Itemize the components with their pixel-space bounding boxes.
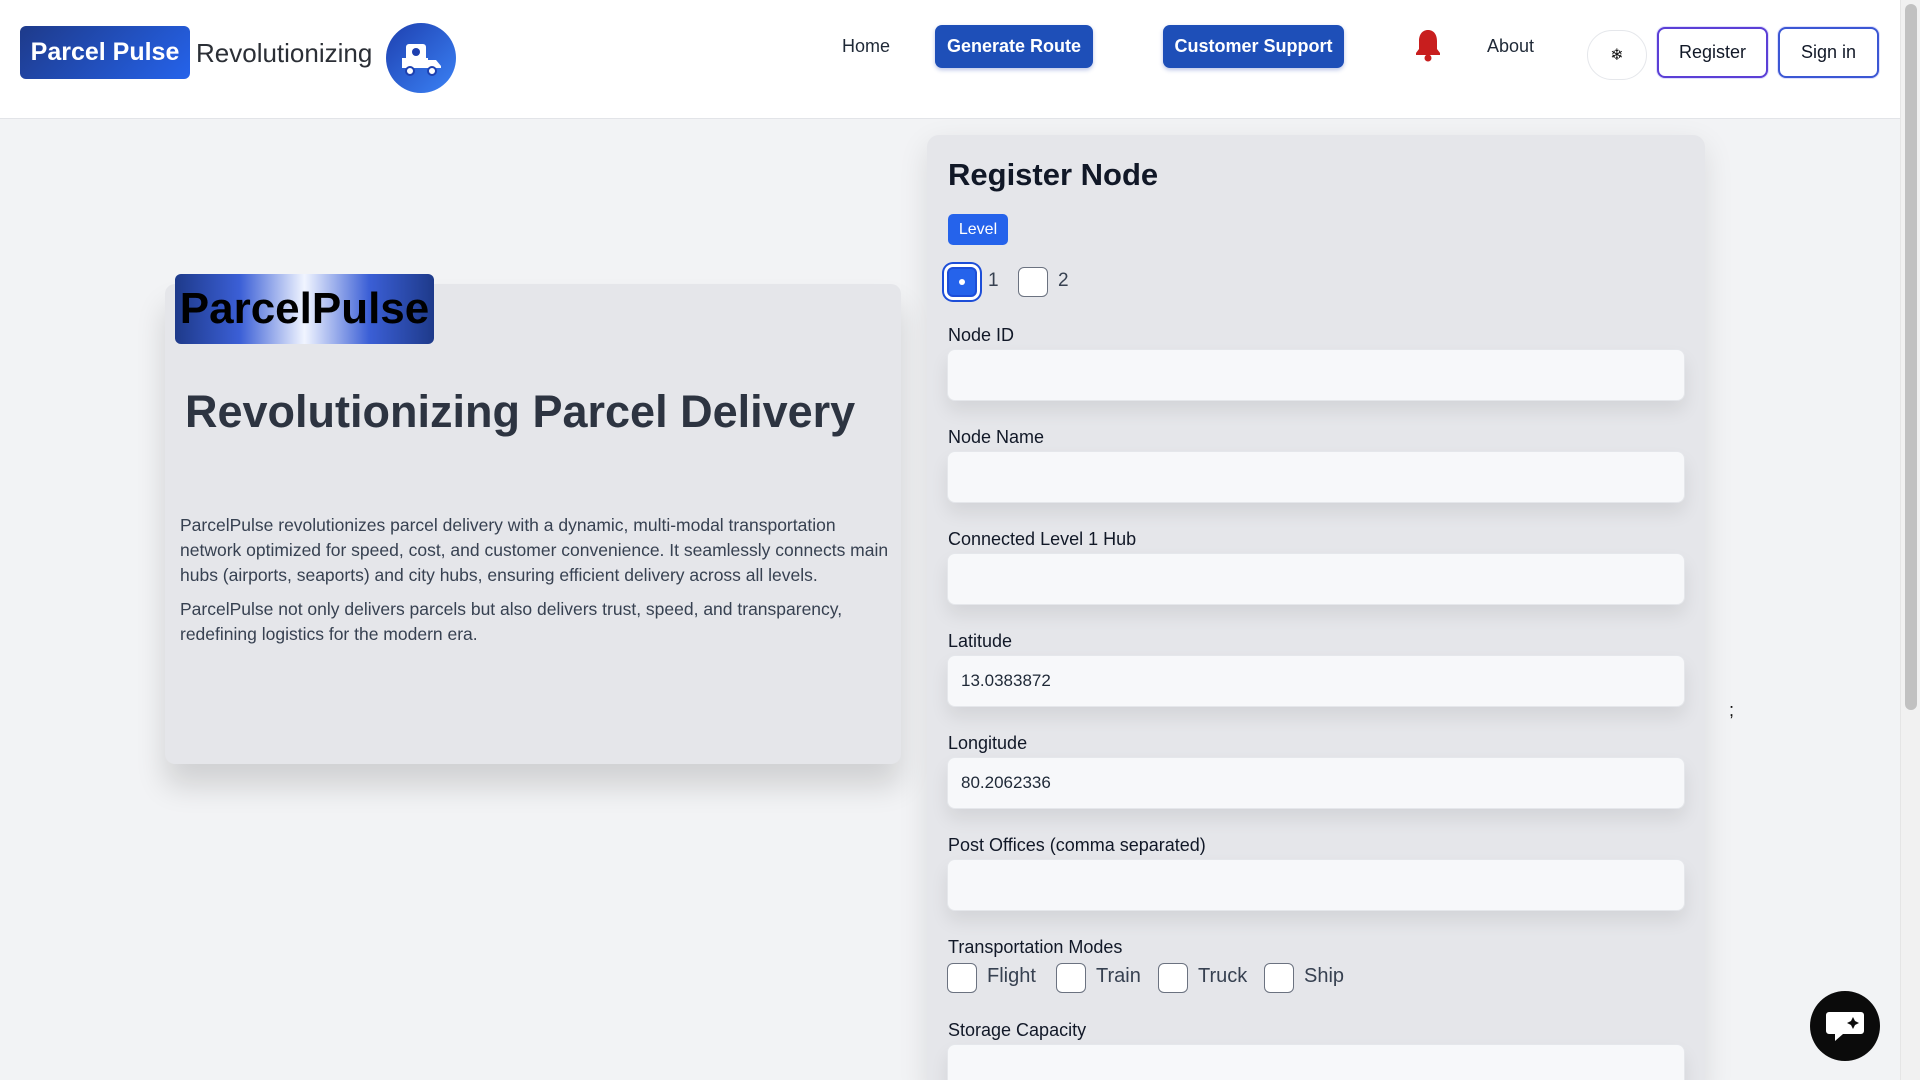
register-button[interactable]: Register bbox=[1657, 27, 1768, 78]
hero-paragraph-1: ParcelPulse revolutionizes parcel delive… bbox=[180, 515, 889, 585]
snowflake-icon: ❄ bbox=[1610, 47, 1624, 64]
longitude-input[interactable] bbox=[947, 757, 1685, 809]
form-title: Register Node bbox=[948, 157, 1159, 192]
connected-hub-input[interactable] bbox=[947, 553, 1685, 605]
nav-home-link[interactable]: Home bbox=[842, 36, 890, 57]
storage-capacity-label: Storage Capacity bbox=[948, 1020, 1087, 1040]
flight-label: Flight bbox=[987, 965, 1036, 987]
nav-about-link[interactable]: About bbox=[1487, 36, 1534, 57]
level-2-radio[interactable] bbox=[1018, 267, 1048, 297]
page-scrollbar[interactable] bbox=[1900, 0, 1920, 1080]
storage-capacity-input[interactable] bbox=[947, 1044, 1685, 1080]
ship-checkbox[interactable] bbox=[1264, 963, 1294, 993]
truck-label: Truck bbox=[1198, 965, 1248, 987]
node-name-label: Node Name bbox=[948, 427, 1045, 447]
connected-hub-label: Connected Level 1 Hub bbox=[948, 529, 1137, 549]
chat-button[interactable] bbox=[1810, 991, 1880, 1061]
theme-toggle-button[interactable]: ❄ bbox=[1587, 30, 1647, 80]
transport-modes-label: Transportation Modes bbox=[948, 937, 1123, 957]
level-1-label: 1 bbox=[988, 270, 999, 291]
truck-checkbox[interactable] bbox=[1158, 963, 1188, 993]
ship-label: Ship bbox=[1304, 965, 1345, 987]
delivery-truck-icon[interactable] bbox=[386, 23, 456, 93]
brand-name[interactable]: Parcel Pulse bbox=[20, 26, 190, 79]
node-id-label: Node ID bbox=[948, 325, 1015, 345]
node-name-input[interactable] bbox=[947, 451, 1685, 503]
top-navbar: Parcel Pulse Revolutionizing Home Genera… bbox=[0, 0, 1900, 119]
chat-bubble-icon bbox=[1826, 1012, 1864, 1041]
train-checkbox[interactable] bbox=[1056, 963, 1086, 993]
flight-checkbox[interactable] bbox=[947, 963, 977, 993]
level-1-radio[interactable] bbox=[947, 267, 977, 297]
latitude-label: Latitude bbox=[948, 631, 1013, 651]
brand-tagline: Revolutionizing bbox=[196, 38, 373, 68]
level-badge: Level bbox=[948, 214, 1008, 245]
level-2-label: 2 bbox=[1058, 270, 1069, 291]
stray-text: ; bbox=[1729, 700, 1735, 720]
sign-in-button[interactable]: Sign in bbox=[1778, 27, 1879, 78]
customer-support-button[interactable]: Customer Support bbox=[1163, 25, 1344, 68]
hero-brand-badge: ParcelPulse bbox=[175, 274, 434, 344]
generate-route-button[interactable]: Generate Route bbox=[935, 25, 1093, 68]
longitude-label: Longitude bbox=[948, 733, 1028, 753]
hero-paragraph-2: ParcelPulse not only delivers parcels bu… bbox=[180, 599, 843, 644]
bell-icon[interactable] bbox=[1414, 28, 1442, 62]
train-label: Train bbox=[1096, 965, 1141, 987]
latitude-input[interactable] bbox=[947, 655, 1685, 707]
post-offices-input[interactable] bbox=[947, 859, 1685, 911]
node-id-input[interactable] bbox=[947, 349, 1685, 401]
post-offices-label: Post Offices (comma separated) bbox=[948, 835, 1206, 855]
hero-title: Revolutionizing Parcel Delivery bbox=[185, 386, 856, 437]
scrollbar-thumb[interactable] bbox=[1905, 4, 1917, 710]
